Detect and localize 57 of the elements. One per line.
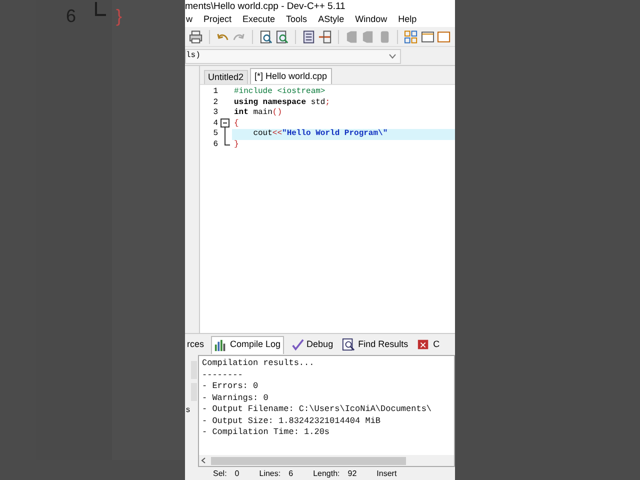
- status-label: Lines:: [259, 468, 281, 480]
- log-line: Compilation results...: [202, 358, 316, 370]
- code-line: }: [233, 138, 239, 151]
- panel-tab[interactable]: Find Results: [340, 336, 410, 354]
- status-label: Length:: [313, 468, 340, 480]
- panel-tab[interactable]: Compile Log: [211, 336, 284, 354]
- magnifier-page-icon: [342, 338, 356, 351]
- list-window-icon[interactable]: [302, 30, 316, 44]
- menu-item[interactable]: Help: [397, 13, 418, 27]
- window-icon[interactable]: [420, 30, 434, 44]
- menu-item[interactable]: w: [185, 13, 194, 27]
- log-line: - Warnings: 0: [202, 392, 270, 404]
- side-panel-label: s: [185, 405, 191, 414]
- editor-tab[interactable]: [*] Hello world.cpp: [250, 68, 332, 84]
- code-line: using namespace std;: [233, 96, 330, 108]
- log-line: - Errors: 0: [202, 381, 260, 392]
- code-editor[interactable]: 1 #include <iostream> 2 using namespace std; 3 int main() 4 { 5 cout<<"Hello World Program\" 6 }: [200, 84, 455, 333]
- grid-layout-icon[interactable]: [404, 30, 418, 44]
- checkmark-icon: [290, 338, 304, 351]
- menu-item[interactable]: Tools: [285, 13, 308, 27]
- editor-tab[interactable]: Untitled2: [204, 70, 248, 84]
- scrollbar-thumb[interactable]: [211, 456, 406, 464]
- menu-item[interactable]: Project: [202, 13, 233, 27]
- status-value: 92: [348, 468, 357, 480]
- horizontal-scrollbar[interactable]: [199, 455, 454, 466]
- code-line: cout<<"Hello World Program\": [252, 128, 388, 140]
- status-value: 0: [234, 468, 240, 480]
- chevron-down-icon: [389, 54, 396, 58]
- panel-tab[interactable]: C: [415, 336, 442, 354]
- window-close-icon: [417, 338, 430, 351]
- magnifier-page-icon[interactable]: [275, 30, 289, 44]
- status-label: Sel:: [213, 468, 227, 480]
- printer-icon[interactable]: [189, 30, 203, 44]
- code-line: #include <iostream>: [233, 86, 326, 98]
- bar-chart-icon: [214, 338, 228, 352]
- line-number: 5: [200, 128, 218, 140]
- menu-item[interactable]: Window: [354, 13, 388, 27]
- code-line: int main(): [233, 107, 282, 119]
- scope-dropdown[interactable]: ls): [185, 48, 401, 64]
- log-line: - Output Filename: C:\Users\IcoNiA\Documents\: [202, 404, 433, 416]
- window-icon[interactable]: [437, 30, 451, 44]
- fold-collapse-icon[interactable]: [218, 118, 232, 130]
- log-line: - Output Size: 1.83242321014404 MiB: [202, 416, 382, 427]
- log-line: --------: [202, 370, 244, 381]
- magnifier-page-icon[interactable]: [258, 30, 272, 44]
- code-line: {: [233, 118, 239, 130]
- panel-tab[interactable]: rces: [185, 336, 206, 354]
- status-value: 6: [288, 468, 294, 480]
- log-line: - Compilation Time: 1.20s: [202, 427, 331, 438]
- blurred-fold-mark-icon: [94, 2, 106, 18]
- menu-item[interactable]: Execute: [242, 13, 276, 27]
- menu-item[interactable]: AStyle: [317, 13, 346, 27]
- status-value: Insert: [376, 468, 397, 480]
- panel-tab[interactable]: Debug: [288, 336, 336, 354]
- split-arrow-icon[interactable]: [318, 30, 332, 44]
- window-title: ments\Hello world.cpp - Dev-C++ 5.11: [185, 0, 455, 13]
- blurred-brace: }: [116, 6, 122, 26]
